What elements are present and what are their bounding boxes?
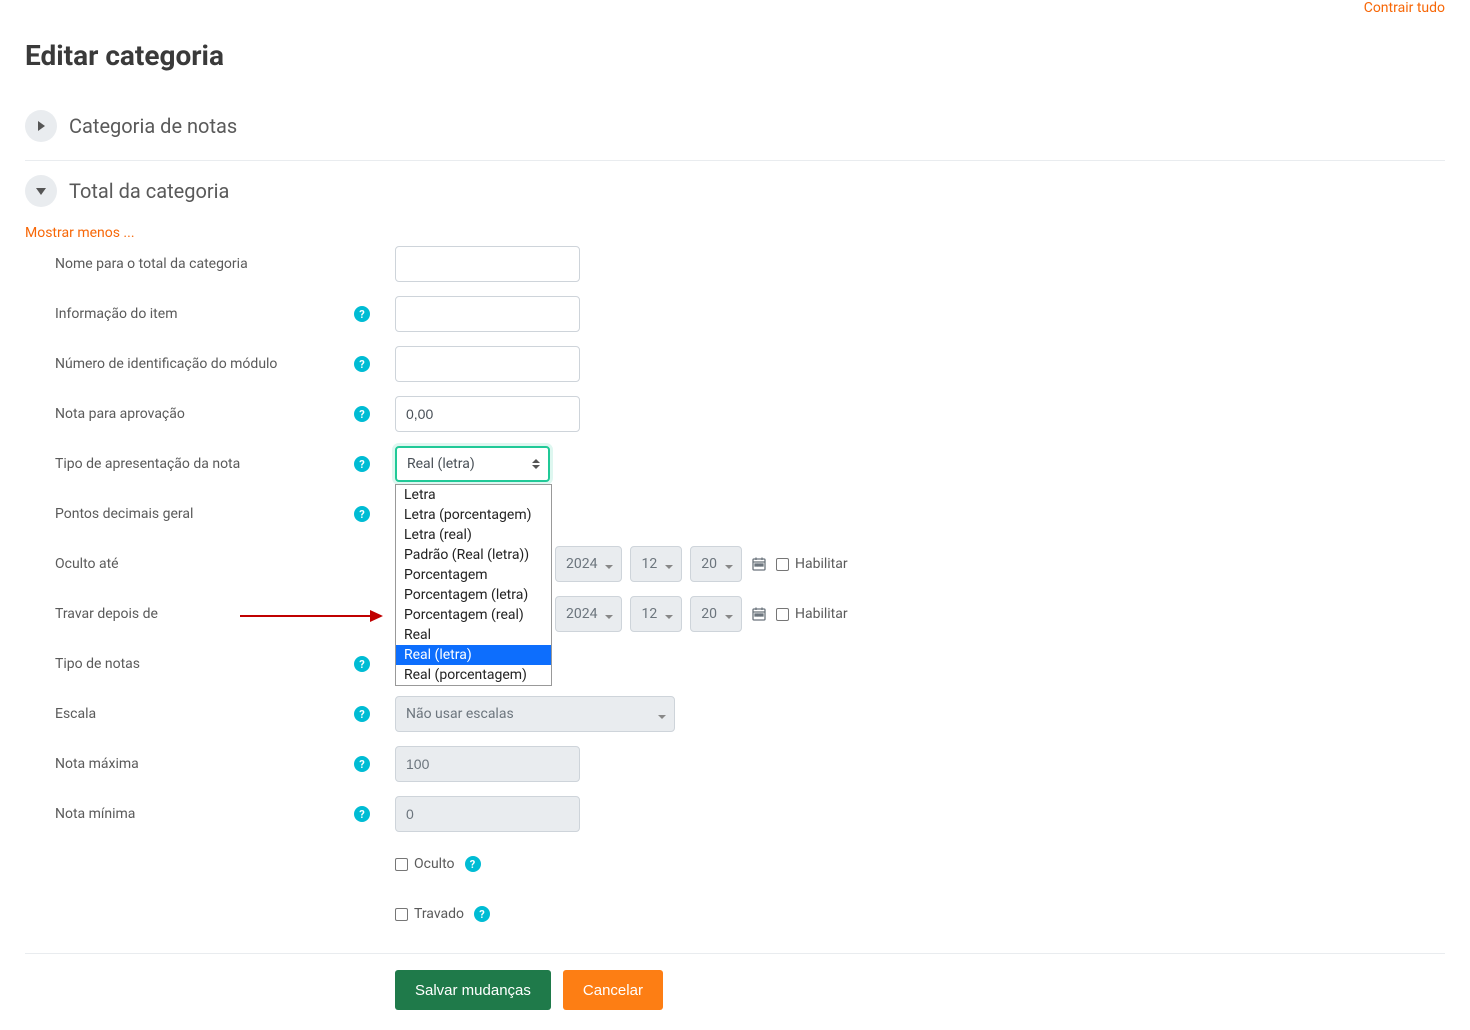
calendar-icon[interactable] [750, 605, 768, 623]
help-icon[interactable]: ? [354, 756, 370, 772]
oculto-year-select[interactable]: 2024 [555, 546, 622, 582]
help-icon[interactable]: ? [354, 406, 370, 422]
escala-select[interactable]: Não usar escalas [395, 696, 675, 732]
section-title-total-categoria: Total da categoria [69, 179, 229, 203]
chevron-down-icon [36, 188, 46, 195]
select-value: Real (letra) [407, 456, 475, 472]
oculto-enable-label: Habilitar [795, 556, 848, 572]
help-icon[interactable]: ? [354, 806, 370, 822]
oculto-hour-select[interactable]: 12 [630, 546, 682, 582]
label-nota-aprovacao: Nota para aprovação [55, 406, 185, 422]
nome-total-input[interactable] [395, 246, 580, 282]
travado-label: Travado [414, 906, 464, 922]
select-caret-icon [605, 559, 613, 569]
label-numero-id: Número de identificação do módulo [55, 356, 277, 372]
help-icon[interactable]: ? [354, 656, 370, 672]
label-nome-total: Nome para o total da categoria [55, 256, 248, 272]
travar-hour-select[interactable]: 12 [630, 596, 682, 632]
select-caret-icon [532, 459, 540, 469]
section-title-categoria-notas: Categoria de notas [69, 114, 237, 138]
help-icon[interactable]: ? [474, 906, 490, 922]
dropdown-option[interactable]: Letra [396, 485, 551, 505]
select-value: 20 [701, 606, 717, 622]
select-value: 12 [641, 606, 657, 622]
select-caret-icon [665, 609, 673, 619]
dropdown-option[interactable]: Letra (porcentagem) [396, 505, 551, 525]
help-icon[interactable]: ? [354, 706, 370, 722]
dropdown-option[interactable]: Real [396, 625, 551, 645]
dropdown-option[interactable]: Letra (real) [396, 525, 551, 545]
label-info-item: Informação do item [55, 306, 177, 322]
select-caret-icon [605, 609, 613, 619]
help-icon[interactable]: ? [354, 356, 370, 372]
nota-maxima-input[interactable] [395, 746, 580, 782]
label-travar-depois: Travar depois de [55, 606, 158, 622]
dropdown-option[interactable]: Porcentagem (letra) [396, 585, 551, 605]
label-pontos-decimais: Pontos decimais geral [55, 506, 193, 522]
info-item-input[interactable] [395, 296, 580, 332]
oculto-label: Oculto [414, 856, 455, 872]
dropdown-option[interactable]: Real (porcentagem) [396, 665, 551, 685]
oculto-minute-select[interactable]: 20 [690, 546, 742, 582]
oculto-enable-checkbox[interactable] [776, 558, 789, 571]
toggle-section-categoria-notas[interactable] [25, 110, 57, 142]
select-caret-icon [665, 559, 673, 569]
help-icon[interactable]: ? [354, 456, 370, 472]
help-icon[interactable]: ? [354, 306, 370, 322]
travado-checkbox[interactable] [395, 908, 408, 921]
dropdown-option[interactable]: Real (letra) [396, 645, 551, 665]
travar-year-select[interactable]: 2024 [555, 596, 622, 632]
label-nota-minima: Nota mínima [55, 806, 135, 822]
label-tipo-notas: Tipo de notas [55, 656, 140, 672]
travar-enable-label: Habilitar [795, 606, 848, 622]
label-escala: Escala [55, 706, 96, 722]
dropdown-option[interactable]: Padrão (Real (letra)) [396, 545, 551, 565]
numero-id-input[interactable] [395, 346, 580, 382]
tipo-apresentacao-dropdown[interactable]: LetraLetra (porcentagem)Letra (real)Padr… [395, 484, 552, 686]
oculto-checkbox[interactable] [395, 858, 408, 871]
save-button[interactable]: Salvar mudanças [395, 970, 551, 1010]
travar-enable-checkbox[interactable] [776, 608, 789, 621]
page-title: Editar categoria [25, 39, 1445, 72]
select-value: 12 [641, 556, 657, 572]
chevron-right-icon [38, 121, 45, 131]
label-tipo-apresentacao: Tipo de apresentação da nota [55, 456, 240, 472]
nota-aprovacao-input[interactable] [395, 396, 580, 432]
label-oculto-ate: Oculto até [55, 556, 119, 572]
tipo-apresentacao-select[interactable]: Real (letra) [395, 446, 550, 482]
label-nota-maxima: Nota máxima [55, 756, 139, 772]
cancel-button[interactable]: Cancelar [563, 970, 663, 1010]
dropdown-option[interactable]: Porcentagem (real) [396, 605, 551, 625]
select-caret-icon [725, 609, 733, 619]
select-caret-icon [725, 559, 733, 569]
collapse-all-link[interactable]: Contrair tudo [1364, 0, 1445, 16]
annotation-arrow-icon [235, 601, 385, 631]
select-caret-icon [658, 709, 666, 719]
help-icon[interactable]: ? [354, 506, 370, 522]
travar-minute-select[interactable]: 20 [690, 596, 742, 632]
select-value: Não usar escalas [406, 706, 514, 722]
show-less-link[interactable]: Mostrar menos ... [25, 225, 135, 241]
help-icon[interactable]: ? [465, 856, 481, 872]
dropdown-option[interactable]: Porcentagem [396, 565, 551, 585]
toggle-section-total-categoria[interactable] [25, 175, 57, 207]
select-value: 20 [701, 556, 717, 572]
select-value: 2024 [566, 556, 597, 572]
calendar-icon[interactable] [750, 555, 768, 573]
nota-minima-input[interactable] [395, 796, 580, 832]
select-value: 2024 [566, 606, 597, 622]
